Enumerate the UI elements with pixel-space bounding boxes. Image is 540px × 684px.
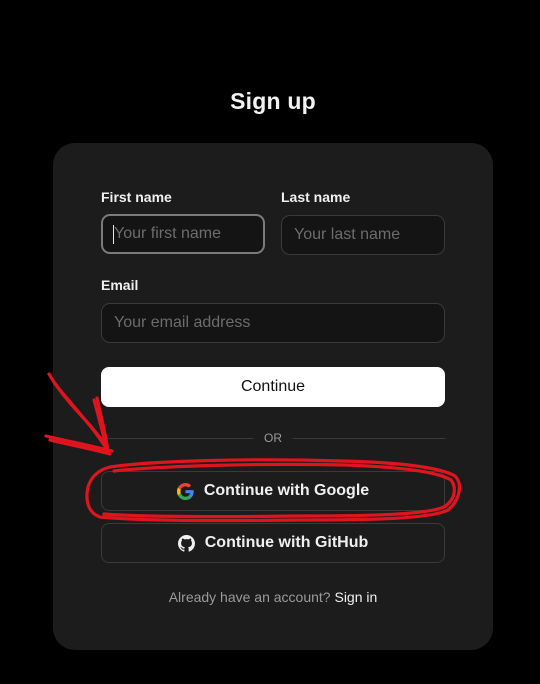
signin-prompt: Already have an account? Sign in: [53, 589, 493, 605]
first-name-input[interactable]: [101, 214, 265, 254]
page-title: Sign up: [230, 88, 316, 114]
sign-in-link[interactable]: Sign in: [334, 589, 377, 605]
github-button-label: Continue with GitHub: [204, 534, 369, 551]
continue-button[interactable]: Continue: [101, 367, 445, 407]
google-button-label: Continue with Google: [203, 482, 370, 499]
google-signin-button[interactable]: Continue with Google: [101, 471, 445, 511]
divider-line-right: [293, 438, 445, 439]
signup-page: Sign up First name Last name Email Conti…: [0, 0, 540, 684]
divider-label: OR: [264, 431, 282, 445]
google-icon: [176, 482, 194, 500]
first-name-label: First name: [101, 189, 172, 205]
continue-button-label: Continue: [240, 378, 306, 395]
github-signin-button[interactable]: Continue with GitHub: [101, 523, 445, 563]
last-name-label: Last name: [281, 189, 351, 205]
signin-prompt-text: Already have an account?: [168, 589, 331, 605]
last-name-input[interactable]: [281, 215, 445, 255]
divider-line-left: [101, 438, 253, 439]
text-cursor: [113, 225, 114, 244]
github-icon: [177, 534, 195, 552]
email-label: Email: [101, 277, 139, 293]
email-input[interactable]: [101, 303, 445, 343]
